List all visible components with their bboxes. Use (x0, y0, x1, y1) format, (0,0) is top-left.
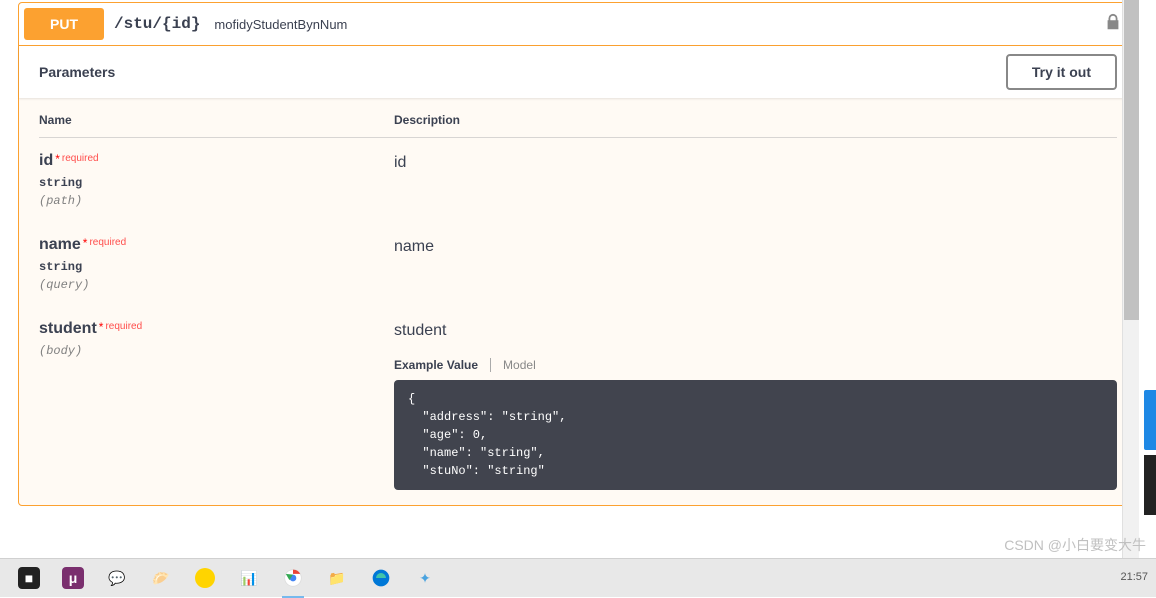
taskbar-app9[interactable]: ✦ (404, 562, 446, 594)
method-badge: PUT (24, 8, 104, 40)
taskbar-edge[interactable] (360, 562, 402, 594)
param-in: (query) (39, 278, 394, 292)
param-name: name (39, 236, 81, 253)
param-desc: name (394, 238, 1117, 256)
param-type: string (39, 260, 394, 274)
taskbar-app3[interactable]: 🥟 (140, 562, 182, 594)
opblock-summary[interactable]: PUT /stu/{id} mofidyStudentBynNum (19, 3, 1137, 45)
summary-path: /stu/{id} (114, 15, 200, 33)
opblock-put: PUT /stu/{id} mofidyStudentBynNum Parame… (18, 2, 1138, 506)
required-label: required (87, 237, 126, 248)
summary-description: mofidyStudentBynNum (214, 17, 1104, 32)
taskbar: ■ μ 💬 🥟 📊 📁 ✦ 21:57 (0, 558, 1156, 597)
parameters-header: Parameters Try it out (19, 46, 1137, 98)
param-type: string (39, 176, 394, 190)
taskbar-start[interactable]: ■ (8, 562, 50, 594)
param-name: student (39, 320, 97, 337)
taskbar-app4[interactable] (184, 562, 226, 594)
required-star: * (53, 152, 60, 166)
param-in: (path) (39, 194, 394, 208)
example-body-code[interactable]: { "address": "string", "age": 0, "name":… (394, 380, 1117, 490)
params-columns: Name Description (39, 113, 1117, 138)
taskbar-wechat[interactable]: 💬 (96, 562, 138, 594)
tab-example-value[interactable]: Example Value (394, 358, 490, 372)
model-tabs: Example Value Model (394, 358, 1117, 372)
side-widget-dark[interactable] (1144, 455, 1156, 515)
param-desc: student (394, 322, 1117, 340)
param-row: id*required string (path) id (39, 152, 1117, 208)
col-name: Name (39, 113, 394, 127)
param-desc: id (394, 154, 1117, 172)
taskbar-app1[interactable]: μ (52, 562, 94, 594)
parameters-table: Name Description id*required string (pat… (19, 98, 1137, 505)
required-label: required (103, 321, 142, 332)
param-name: id (39, 152, 53, 169)
tab-model[interactable]: Model (490, 358, 548, 372)
side-widget-blue[interactable] (1144, 390, 1156, 450)
taskbar-tray[interactable]: 21:57 (1120, 571, 1148, 584)
param-row: student*required (body) student Example … (39, 320, 1117, 490)
col-description: Description (394, 113, 1117, 127)
right-side-panel (1136, 0, 1156, 558)
param-in: (body) (39, 344, 394, 358)
opblock-body: Parameters Try it out Name Description i… (19, 45, 1137, 505)
param-row: name*required string (query) name (39, 236, 1117, 292)
taskbar-chrome[interactable] (272, 562, 314, 594)
taskbar-explorer[interactable]: 📁 (316, 562, 358, 594)
try-it-out-button[interactable]: Try it out (1006, 54, 1117, 90)
taskbar-app5[interactable]: 📊 (228, 562, 270, 594)
parameters-title: Parameters (39, 64, 115, 80)
taskbar-clock[interactable]: 21:57 (1120, 571, 1148, 584)
required-label: required (60, 153, 99, 164)
